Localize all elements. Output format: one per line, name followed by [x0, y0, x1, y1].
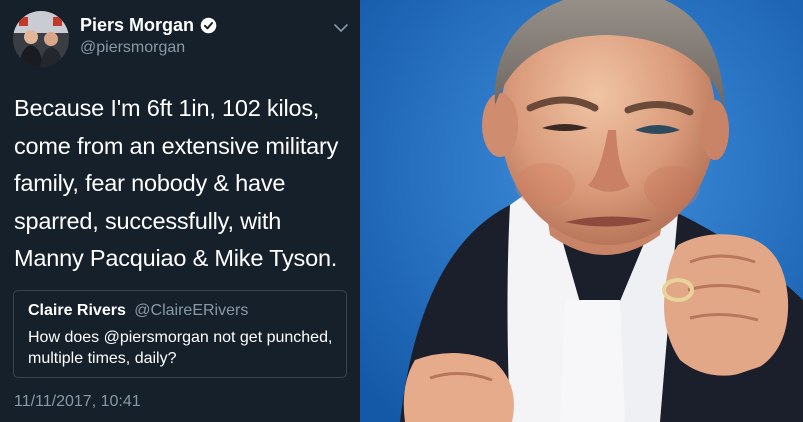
tweet-timestamp[interactable]: 11/11/2017, 10:41 [14, 393, 141, 411]
avatar[interactable] [13, 11, 69, 67]
quoted-tweet[interactable]: Claire Rivers @ClaireERivers How does @p… [13, 290, 347, 378]
chevron-down-icon[interactable] [333, 20, 349, 36]
photo-panel [360, 0, 803, 422]
portrait-photo [360, 0, 803, 422]
author-handle[interactable]: @piersmorgan [80, 39, 185, 57]
author-display-name[interactable]: Piers Morgan [80, 15, 194, 36]
author-name-row: Piers Morgan [80, 15, 217, 36]
quoted-author-handle: @ClaireERivers [134, 302, 249, 319]
quoted-author-name: Claire Rivers [28, 302, 126, 319]
quoted-tweet-text: How does @piersmorgan not get punched, m… [28, 329, 333, 367]
quoted-tweet-header: Claire Rivers @ClaireERivers [28, 302, 248, 320]
tweet-text: Because I'm 6ft 1in, 102 kilos, come fro… [14, 95, 339, 271]
avatar-image [13, 11, 69, 67]
tweet-card: Piers Morgan @piersmorgan Because I'm 6f… [0, 0, 360, 422]
left-ear [482, 93, 518, 157]
verified-badge-icon [200, 17, 217, 34]
